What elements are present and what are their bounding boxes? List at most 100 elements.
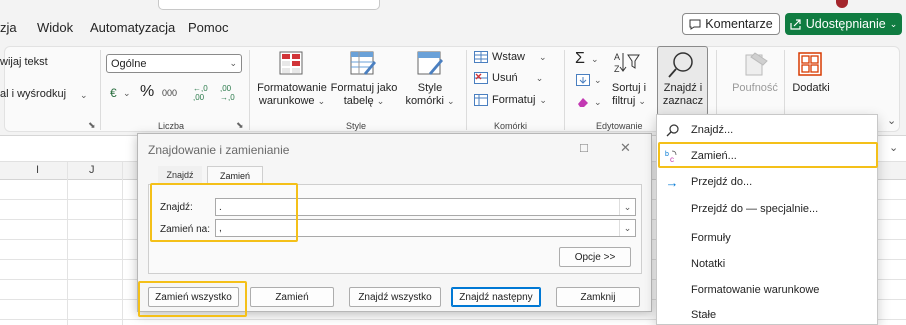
cells-group-label: Komórki xyxy=(494,121,528,131)
group-separator xyxy=(100,50,101,130)
comments-label: Komentarze xyxy=(705,17,773,31)
group-separator xyxy=(564,50,565,130)
replace-menu-highlight xyxy=(658,142,878,168)
find-next-button[interactable]: Znajdź następny xyxy=(451,287,541,307)
column-header-i[interactable]: I xyxy=(36,164,39,176)
chevron-down-icon[interactable]: ⌄ xyxy=(594,75,602,86)
chevron-down-icon[interactable]: ⌄ xyxy=(594,97,602,108)
sort-filter-button[interactable]: Sortuj i filtruj ⌄ xyxy=(604,82,654,108)
avatar[interactable] xyxy=(836,0,848,8)
conditional-formatting-label: Formatowanie warunkowe xyxy=(257,82,327,107)
chevron-down-icon: ⌄ xyxy=(535,72,544,83)
menu-item-goto-label: Przejdź do... xyxy=(691,176,753,188)
increase-decimal-button[interactable]: ←,0 ,00 xyxy=(193,84,213,102)
arrow-right-icon: → xyxy=(665,174,679,190)
comment-icon xyxy=(689,19,701,30)
tab-find[interactable]: Znajdź xyxy=(158,166,202,184)
currency-format-icon[interactable]: € xyxy=(110,86,117,100)
menu-item-constants[interactable]: Stałe xyxy=(657,302,877,325)
comments-button[interactable]: Komentarze xyxy=(682,13,780,35)
menu-item-conditional-formatting[interactable]: Formatowanie warunkowe xyxy=(657,277,877,303)
clear-eraser-icon[interactable] xyxy=(576,96,590,108)
number-launcher-icon[interactable]: ⬊ xyxy=(236,120,244,131)
format-as-table-label: Formatuj jako tabelę xyxy=(330,82,398,107)
format-cells-button[interactable]: Formatuj ⌄ xyxy=(474,94,547,106)
delete-label: Usuń xyxy=(492,72,518,84)
formula-expand-icon[interactable]: ⌄ xyxy=(889,141,898,154)
menu-item-find[interactable]: Znajdź... xyxy=(657,117,877,143)
chevron-down-icon[interactable]: ⌄ xyxy=(619,220,635,236)
number-format-value: Ogólne xyxy=(111,57,147,70)
cell-styles-icon xyxy=(417,51,443,75)
close-button[interactable]: Zamknij xyxy=(556,287,640,307)
chevron-down-icon: ⌄ xyxy=(229,58,237,68)
sort-filter-icon: A Z xyxy=(614,52,640,74)
column-header-j[interactable]: J xyxy=(89,164,95,176)
wrap-text-button[interactable]: wijaj tekst xyxy=(0,56,48,68)
search-icon xyxy=(657,123,687,137)
alignment-launcher-icon[interactable]: ⬊ xyxy=(88,120,96,131)
menu-item-formulas[interactable]: Formuły xyxy=(657,225,877,251)
menu-tab-help[interactable]: Pomoc xyxy=(188,20,228,35)
editing-group-label: Edytowanie xyxy=(596,121,643,131)
replace-all-highlight xyxy=(138,281,247,317)
menu-tab-view[interactable]: Widok xyxy=(37,20,73,35)
sensitivity-icon xyxy=(745,52,768,76)
group-separator xyxy=(466,50,467,130)
chevron-down-icon: ⌄ xyxy=(889,18,898,29)
format-as-table-button[interactable]: Formatuj jako tabelę ⌄ xyxy=(330,82,398,108)
styles-group-label: Style xyxy=(346,121,367,131)
menu-item-notes-label: Notatki xyxy=(691,258,726,270)
menu-tab-automate[interactable]: Automatyzacja xyxy=(90,20,175,35)
grid-line xyxy=(122,162,123,325)
delete-cells-button[interactable]: Usuń ⌄ xyxy=(474,72,543,84)
search-icon xyxy=(668,52,693,78)
maximize-icon[interactable]: □ xyxy=(580,140,588,155)
conditional-formatting-button[interactable]: Formatowanie warunkowe ⌄ xyxy=(256,82,328,108)
close-icon[interactable]: ✕ xyxy=(620,140,631,156)
find-all-button[interactable]: Znajdź wszystko xyxy=(349,287,441,307)
addins-button[interactable]: Dodatki xyxy=(786,82,836,95)
options-button[interactable]: Opcje >> xyxy=(559,247,631,267)
share-label: Udostępnianie xyxy=(805,17,886,31)
format-label: Formatuj xyxy=(492,94,536,106)
chevron-down-icon: ⌄ xyxy=(539,51,547,62)
chevron-down-icon[interactable]: ⌄ xyxy=(619,199,635,215)
share-button[interactable]: Udostępnianie ⌄ xyxy=(785,13,902,35)
chevron-down-icon[interactable]: ⌄ xyxy=(80,90,88,101)
number-group-label: Liczba xyxy=(158,121,185,131)
menu-item-goto[interactable]: → Przejdź do... xyxy=(657,169,877,195)
chevron-down-icon[interactable]: ⌄ xyxy=(123,88,131,99)
conditional-formatting-icon xyxy=(279,51,303,75)
chevron-down-icon: ⌄ xyxy=(539,94,547,105)
group-separator xyxy=(249,50,250,130)
top-search-field[interactable] xyxy=(158,0,380,10)
delete-cells-icon xyxy=(474,72,488,84)
decrease-decimal-button[interactable]: ,00 →,0 xyxy=(220,84,240,102)
svg-text:A: A xyxy=(614,52,620,62)
chevron-down-icon[interactable]: ⌄ xyxy=(591,54,599,65)
replace-button[interactable]: Zamień xyxy=(250,287,334,307)
cell-styles-label: Style komórki xyxy=(405,82,444,107)
cell-styles-button[interactable]: Style komórki ⌄ xyxy=(403,82,457,108)
menu-item-goto-special-label: Przejdź do — specjalnie... xyxy=(691,203,819,215)
menu-tab-review[interactable]: zja xyxy=(0,20,17,35)
percent-style-button[interactable]: % xyxy=(140,83,154,101)
insert-cells-button[interactable]: Wstaw ⌄ xyxy=(474,51,547,63)
autosum-button[interactable]: Σ xyxy=(575,50,585,68)
fill-icon[interactable] xyxy=(576,74,590,86)
ribbon-collapse-icon[interactable]: ⌄ xyxy=(887,114,896,127)
menu-item-find-label: Znajdź... xyxy=(691,124,734,136)
fields-highlight xyxy=(150,183,298,242)
menu-item-notes[interactable]: Notatki xyxy=(657,251,877,277)
sensitivity-button[interactable]: Poufność xyxy=(730,82,780,95)
menu-item-goto-special[interactable]: Przejdź do — specjalnie... xyxy=(657,196,877,222)
addins-icon xyxy=(798,52,822,76)
comma-style-button[interactable]: 000 xyxy=(162,88,177,98)
number-format-dropdown[interactable]: Ogólne ⌄ xyxy=(106,54,242,73)
grid-line xyxy=(67,162,68,325)
format-as-table-icon xyxy=(350,51,376,75)
menu-item-formulas-label: Formuły xyxy=(691,232,731,244)
merge-center-button[interactable]: al i wyśrodkuj xyxy=(0,88,66,100)
svg-text:Z: Z xyxy=(614,64,620,74)
